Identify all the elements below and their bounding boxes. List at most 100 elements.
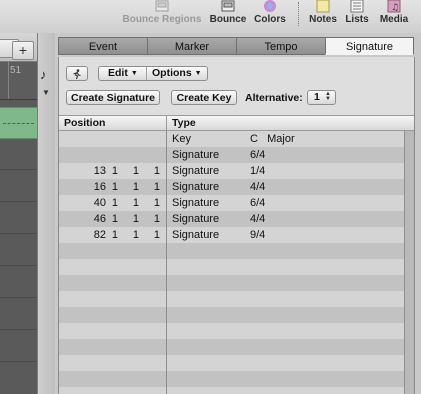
- position-tick-cell: 1: [153, 181, 160, 193]
- table-row: [59, 355, 404, 371]
- position-bar-cell: 40: [93, 197, 106, 209]
- table-row[interactable]: 13 1 1 1 Signature 1/4: [59, 163, 404, 179]
- header-divider: [166, 116, 167, 130]
- tab-marker[interactable]: Marker: [147, 37, 237, 55]
- table-row[interactable]: 82 1 1 1 Signature 9/4: [59, 227, 404, 243]
- position-bar-cell: 13: [93, 165, 106, 177]
- table-row[interactable]: 40 1 1 1 Signature 6/4: [59, 195, 404, 211]
- position-beat-cell: 1: [111, 165, 118, 177]
- table-row: [59, 291, 404, 307]
- lists-label: Lists: [345, 14, 369, 25]
- colors-label: Colors: [254, 14, 286, 25]
- signature-table: Position Type Key C Major Signature 6/4 13 1 1…: [59, 115, 414, 394]
- table-row[interactable]: Signature 6/4: [59, 147, 404, 163]
- type-cell: Key: [172, 133, 191, 145]
- signature-list-content: Edit ▼ Options ▼ Create Signature Create K…: [58, 57, 415, 394]
- bounce-regions-icon: [155, 0, 169, 12]
- type-cell: Signature: [172, 181, 220, 193]
- ruler-number: 51: [10, 65, 22, 76]
- bar-ruler[interactable]: 51: [0, 62, 37, 100]
- track-divider: [0, 361, 37, 362]
- running-man-icon: [73, 69, 81, 80]
- table-row: [59, 275, 404, 291]
- position-beat-cell: 1: [111, 213, 118, 225]
- ruler-tick: [8, 62, 9, 99]
- svg-text:♫: ♫: [391, 3, 399, 13]
- top-toolbar: Bounce Regions Bounce Colors Notes Lists: [0, 0, 421, 34]
- region-dashed-line: [3, 123, 34, 124]
- value-cell: 9/4: [250, 229, 266, 241]
- edit-menu[interactable]: Edit ▼: [108, 67, 138, 80]
- track-divider: [0, 265, 37, 266]
- media-button[interactable]: ♫ Media: [377, 0, 411, 33]
- value-cell: 4/4: [250, 213, 266, 225]
- toolbar-separator: [298, 2, 299, 26]
- bounce-button[interactable]: Bounce: [208, 0, 248, 33]
- down-triangle-icon[interactable]: ▼: [42, 88, 50, 97]
- value-cell: 6/4: [250, 149, 266, 161]
- table-row: [59, 339, 404, 355]
- create-signature-button[interactable]: Create Signature: [66, 90, 160, 105]
- audio-region[interactable]: [0, 107, 37, 139]
- table-header: Position Type: [59, 115, 414, 131]
- control-strip: ♪ ▼: [37, 33, 56, 394]
- type-cell: Signature: [172, 229, 220, 241]
- value-cell: 1/4: [250, 165, 266, 177]
- tab-signature[interactable]: Signature: [325, 37, 414, 55]
- notes-label: Notes: [309, 14, 337, 25]
- list-editor-panel: Event Marker Tempo Signature Edit ▼ Optio…: [55, 33, 421, 394]
- alternative-stepper[interactable]: 1 ▲ ▼: [307, 90, 336, 105]
- create-key-button[interactable]: Create Key: [171, 90, 237, 105]
- table-row: [59, 387, 404, 394]
- list-editor-tabs: Event Marker Tempo Signature: [58, 37, 414, 57]
- edit-options-menus: Edit ▼ Options ▼: [98, 66, 208, 81]
- bounce-regions-button[interactable]: Bounce Regions: [122, 0, 202, 33]
- table-row: [59, 243, 404, 259]
- type-cell: Signature: [172, 165, 220, 177]
- table-rows: Key C Major Signature 6/4 13 1 1 1 Signature 1/4 1…: [59, 131, 414, 394]
- column-header-type[interactable]: Type: [172, 116, 196, 130]
- catch-button[interactable]: [66, 66, 88, 81]
- position-bar-cell: 46: [93, 213, 106, 225]
- position-tick-cell: 1: [153, 197, 160, 209]
- track-divider: [0, 233, 37, 234]
- notepad-icon: [316, 0, 330, 13]
- position-bar-cell: 16: [93, 181, 106, 193]
- position-tick-cell: 1: [153, 229, 160, 241]
- type-cell: Signature: [172, 149, 220, 161]
- bounce-regions-label: Bounce Regions: [122, 14, 202, 25]
- tab-tempo[interactable]: Tempo: [236, 37, 326, 55]
- table-row: [59, 307, 404, 323]
- list-icon: [350, 0, 364, 13]
- position-division-cell: 1: [132, 165, 139, 177]
- position-tick-cell: 1: [153, 213, 160, 225]
- table-row: [59, 323, 404, 339]
- value-cell: 6/4: [250, 197, 266, 209]
- alternative-label: Alternative:: [245, 92, 303, 104]
- music-note-icon[interactable]: ♪: [40, 67, 47, 82]
- table-row[interactable]: 46 1 1 1 Signature 4/4: [59, 211, 404, 227]
- table-row[interactable]: Key C Major: [59, 131, 404, 147]
- notes-button[interactable]: Notes: [306, 0, 340, 33]
- table-row: [59, 259, 404, 275]
- position-bar-cell: 82: [93, 229, 106, 241]
- stepper-arrows-icon: ▲ ▼: [325, 91, 331, 102]
- lists-button[interactable]: Lists: [342, 0, 372, 33]
- media-icon: ♫: [387, 0, 401, 13]
- vertical-scrollbar[interactable]: [404, 131, 414, 394]
- tab-event[interactable]: Event: [58, 37, 148, 55]
- arrange-header: +: [0, 33, 37, 62]
- add-track-button[interactable]: +: [12, 41, 34, 60]
- media-label: Media: [379, 14, 409, 25]
- options-menu[interactable]: Options ▼: [152, 67, 202, 80]
- alternative-value: 1: [314, 91, 320, 103]
- arrange-area: + 51: [0, 33, 37, 394]
- colors-button[interactable]: Colors: [252, 0, 288, 33]
- column-header-position[interactable]: Position: [64, 116, 105, 130]
- position-division-cell: 1: [132, 197, 139, 209]
- table-row[interactable]: 16 1 1 1 Signature 4/4: [59, 179, 404, 195]
- track-divider: [0, 201, 37, 202]
- position-division-cell: 1: [132, 213, 139, 225]
- menu-divider: [146, 67, 147, 80]
- position-beat-cell: 1: [111, 181, 118, 193]
